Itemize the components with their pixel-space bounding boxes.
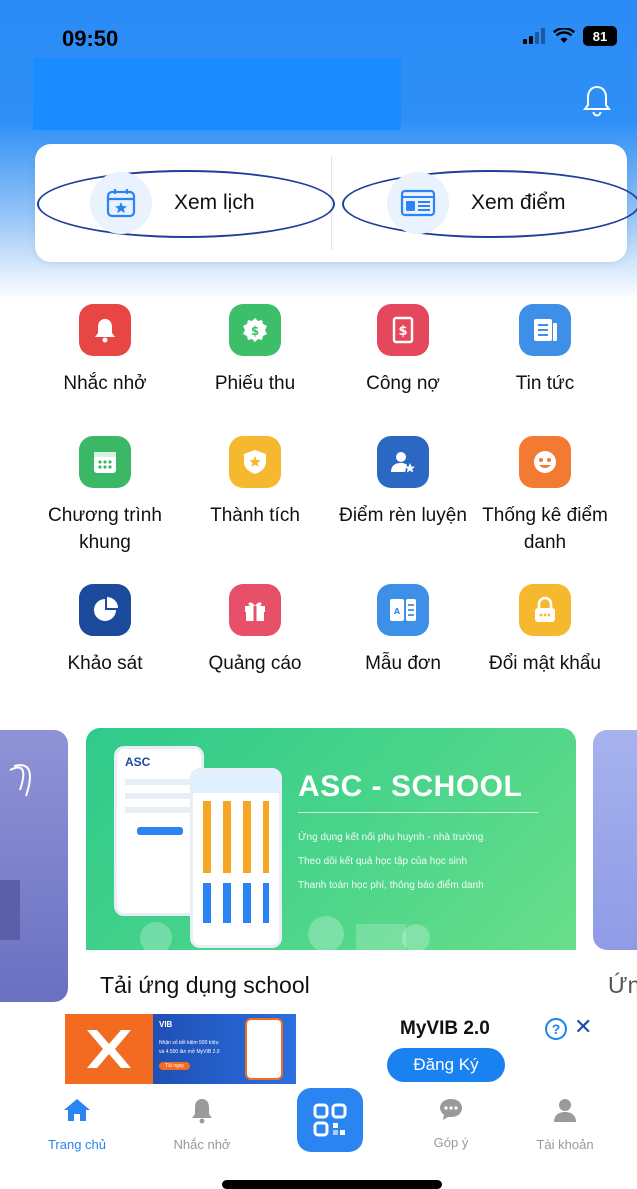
chat-bubble-icon <box>440 1099 462 1120</box>
bell-icon <box>192 1099 212 1124</box>
svg-text:$: $ <box>398 324 407 339</box>
feature-achievement[interactable]: Thành tích <box>180 436 330 529</box>
newspaper-icon <box>519 304 571 356</box>
ad-register-button[interactable]: Đăng Ký <box>387 1048 505 1082</box>
quick-icon-bg <box>90 172 152 234</box>
feature-change-password[interactable]: Đổi mật khẩu <box>470 584 620 677</box>
ad-small-text-1: Nhận số tiết kiệm 500 triệu <box>159 1040 219 1046</box>
current-slide-card[interactable]: ASC ASC - SCHOOL Ứng dụng kết nối phụ hu… <box>86 728 576 1008</box>
slide-caption: Tải ứng dụng school <box>100 972 310 998</box>
tab-account[interactable]: Tài khoản <box>510 1096 620 1152</box>
shield-star-icon <box>229 436 281 488</box>
ad-phone-mockup <box>245 1018 283 1080</box>
feature-label: Mẫu đơn <box>365 653 441 674</box>
invoice-dollar-icon: $ <box>377 304 429 356</box>
ad-banner[interactable]: VIB Nhận số tiết kiệm 500 triệu và 4.500… <box>0 1010 637 1088</box>
qr-code-icon <box>313 1103 347 1137</box>
home-indicator <box>222 1180 442 1189</box>
feature-attendance-stats[interactable]: Thống kê điểm danh <box>470 436 620 556</box>
banner-line-2: Theo dõi kết quả học tập của học sinh <box>298 856 468 867</box>
feature-survey[interactable]: Khảo sát <box>30 584 180 677</box>
ad-brand: VIB <box>159 1020 173 1029</box>
decorative-wave <box>0 764 31 940</box>
promo-carousel[interactable]: ASC ASC - SCHOOL Ứng dụng kết nối phụ hu… <box>0 728 637 1008</box>
user-star-icon <box>377 436 429 488</box>
bottom-tab-bar: Trang chủ Nhắc nhở Góp ý Tài khoản <box>0 1088 637 1189</box>
banner-title: ASC - SCHOOL <box>298 770 523 803</box>
feature-label: Thống kê điểm danh <box>482 505 608 553</box>
quick-action-label: Xem lịch <box>174 191 255 214</box>
view-grades-button[interactable]: Xem điểm <box>342 144 637 262</box>
bell-icon <box>79 304 131 356</box>
ad-close-icon[interactable]: ✕ <box>574 1014 592 1040</box>
feature-label: Khảo sát <box>67 653 143 674</box>
tab-label: Trang chủ <box>47 1137 107 1152</box>
status-time: 09:50 <box>62 26 119 51</box>
next-slide-card[interactable] <box>593 730 637 950</box>
feature-reminder[interactable]: Nhắc nhở <box>30 304 180 397</box>
home-icon <box>64 1099 90 1121</box>
banner-trees-decoration <box>140 916 430 950</box>
tab-home[interactable]: Trang chủ <box>22 1096 132 1152</box>
ad-title: MyVIB 2.0 <box>400 1018 490 1039</box>
view-schedule-button[interactable]: Xem lịch <box>37 144 335 262</box>
quick-icon-bg <box>387 172 449 234</box>
tab-label: Góp ý <box>433 1135 469 1150</box>
feature-training-score[interactable]: Điểm rèn luyện <box>328 436 478 529</box>
qr-scan-button[interactable] <box>297 1088 363 1152</box>
ad-small-cta: Tải ngay <box>159 1062 191 1070</box>
id-card-icon <box>400 189 436 217</box>
feature-label: Phiếu thu <box>214 373 296 394</box>
feature-label: Đổi mật khẩu <box>489 653 601 674</box>
feature-label: Thành tích <box>210 505 300 526</box>
previous-slide-card[interactable] <box>0 730 68 1002</box>
money-badge-icon: $ <box>229 304 281 356</box>
calendar-star-icon <box>106 189 136 218</box>
next-slide-caption: Ứn <box>608 972 637 998</box>
tab-label: Nhắc nhở <box>173 1137 231 1152</box>
quick-actions-card: Xem lịch Xem điểm <box>35 144 637 262</box>
feature-forms[interactable]: A Mẫu đơn <box>328 584 478 677</box>
feature-label: Công nợ <box>366 373 440 394</box>
ad-small-text-2: và 4.500 lần mở MyVIB 2.0 <box>159 1049 220 1055</box>
tab-label: Tài khoản <box>536 1137 594 1152</box>
feature-news[interactable]: Tin tức <box>470 304 620 397</box>
gift-icon <box>229 584 281 636</box>
feature-debt[interactable]: $ Công nợ <box>328 304 478 397</box>
feature-label: Điểm rèn luyện <box>339 505 467 526</box>
lock-icon <box>519 584 571 636</box>
feature-label: Nhắc nhở <box>63 373 147 394</box>
banner-underline <box>298 812 538 813</box>
tab-reminders[interactable]: Nhắc nhở <box>147 1096 257 1152</box>
cellular-signal-icon <box>523 28 545 44</box>
phone-logo: ASC <box>125 755 151 769</box>
pie-chart-icon <box>79 584 131 636</box>
status-icons: 81 <box>523 26 617 46</box>
battery-indicator: 81 <box>583 26 617 46</box>
feature-advertising[interactable]: Quảng cáo <box>180 584 330 677</box>
ad-promo-image: VIB Nhận số tiết kiệm 500 triệu và 4.500… <box>153 1014 296 1084</box>
svg-text:$: $ <box>251 324 259 338</box>
tab-feedback[interactable]: Góp ý <box>396 1096 506 1150</box>
feature-label: Chương trình khung <box>48 505 162 553</box>
feature-receipt[interactable]: $ Phiếu thu <box>180 304 330 397</box>
masked-user-info <box>33 58 401 130</box>
form-doc-icon: A <box>377 584 429 636</box>
calendar-grid-icon <box>79 436 131 488</box>
feature-label: Quảng cáo <box>208 653 302 674</box>
notification-bell-icon[interactable] <box>581 84 613 118</box>
banner-line-1: Ứng dụng kết nối phụ huynh - nhà trường <box>298 832 484 843</box>
smile-chart-icon <box>519 436 571 488</box>
vib-logo <box>65 1014 153 1084</box>
feature-curriculum[interactable]: Chương trình khung <box>30 436 180 556</box>
ad-info-icon[interactable]: ? <box>545 1018 567 1040</box>
banner-line-3: Thanh toán học phí, thông báo điểm danh <box>298 880 484 891</box>
user-icon <box>554 1099 576 1122</box>
svg-text:A: A <box>394 607 401 616</box>
wifi-icon <box>553 28 575 43</box>
asc-school-banner: ASC ASC - SCHOOL Ứng dụng kết nối phụ hu… <box>86 728 576 950</box>
feature-label: Tin tức <box>515 373 575 394</box>
quick-action-label: Xem điểm <box>471 191 566 214</box>
